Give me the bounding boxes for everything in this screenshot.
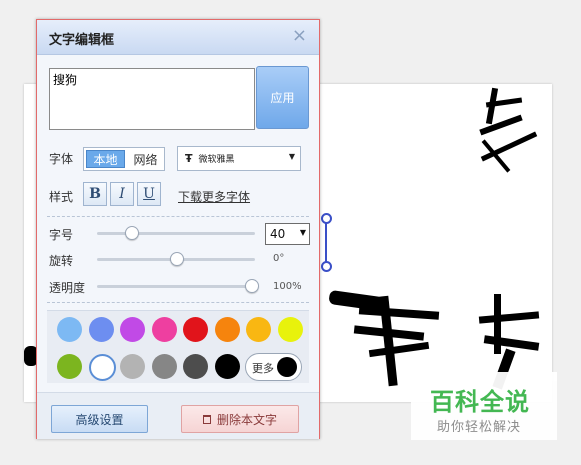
- watermark-title: 百科全说: [430, 388, 530, 416]
- color-swatch[interactable]: [183, 317, 208, 342]
- color-swatch[interactable]: [214, 354, 240, 379]
- color-swatch[interactable]: [277, 317, 303, 342]
- delete-text-button[interactable]: 删除本文字: [181, 405, 299, 433]
- selection-handle-bottom[interactable]: [321, 261, 332, 272]
- dialog-titlebar[interactable]: 文字编辑框 ×: [37, 20, 319, 55]
- color-swatch[interactable]: [57, 354, 82, 379]
- current-color-swatch: [277, 357, 297, 377]
- font-family-value: 微软雅黑: [198, 155, 235, 165]
- size-slider-track[interactable]: [97, 232, 255, 235]
- font-source-toggle: 本地 网络: [83, 147, 165, 171]
- font-source-web[interactable]: 网络: [127, 148, 164, 170]
- font-size-select[interactable]: 40 ▼: [265, 223, 310, 245]
- font-label: 字体: [49, 152, 74, 166]
- size-label: 字号: [49, 228, 74, 242]
- dialog-title: 文字编辑框: [49, 33, 115, 48]
- apply-button[interactable]: 应用: [256, 66, 309, 129]
- font-icon: Ŧ: [185, 152, 193, 165]
- color-swatch[interactable]: [214, 317, 240, 342]
- rotate-slider-thumb[interactable]: [170, 252, 184, 266]
- text-edit-dialog: 文字编辑框 × 应用 字体 本地 网络 Ŧ 微软雅黑 ▼ 样式 B I U 下载…: [36, 19, 320, 439]
- opacity-slider-thumb[interactable]: [245, 279, 259, 293]
- chevron-down-icon: ▼: [288, 152, 295, 161]
- watermark-subtitle: 助你轻松解决: [437, 420, 522, 435]
- font-source-local[interactable]: 本地: [86, 150, 125, 168]
- font-family-select[interactable]: Ŧ 微软雅黑 ▼: [177, 146, 301, 171]
- bold-button[interactable]: B: [83, 182, 107, 206]
- size-slider-thumb[interactable]: [125, 226, 139, 240]
- opacity-slider-track[interactable]: [97, 285, 255, 288]
- style-label: 样式: [49, 190, 74, 204]
- italic-button[interactable]: I: [110, 182, 134, 206]
- underline-button[interactable]: U: [137, 182, 161, 206]
- font-size-value: 40: [270, 227, 286, 241]
- color-swatch[interactable]: [151, 317, 177, 342]
- color-swatch[interactable]: [120, 317, 145, 342]
- download-fonts-link[interactable]: 下载更多字体: [178, 188, 250, 205]
- close-icon[interactable]: ×: [292, 27, 307, 45]
- color-swatch[interactable]: [183, 354, 208, 379]
- more-colors-button[interactable]: 更多: [245, 353, 302, 381]
- color-swatch[interactable]: [57, 317, 82, 342]
- text-input[interactable]: [49, 68, 255, 130]
- color-swatch[interactable]: [88, 354, 116, 381]
- color-swatch[interactable]: [88, 317, 114, 342]
- rotate-label: 旋转: [49, 254, 74, 268]
- brush-stroke: [478, 311, 540, 324]
- chevron-down-icon: ▼: [299, 228, 306, 237]
- more-colors-label: 更多: [252, 362, 274, 375]
- color-swatch[interactable]: [120, 354, 145, 379]
- trash-icon: [202, 414, 211, 424]
- rotate-value: 0°: [273, 253, 285, 264]
- dialog-footer: 高级设置 删除本文字: [37, 392, 319, 439]
- brush-stroke: [368, 341, 430, 358]
- advanced-settings-button[interactable]: 高级设置: [51, 405, 148, 433]
- divider: [47, 302, 309, 303]
- brush-stroke: [483, 335, 540, 351]
- color-swatch[interactable]: [151, 354, 177, 379]
- brush-stroke: [358, 306, 440, 320]
- selection-handle-top[interactable]: [321, 213, 332, 224]
- delete-text-label: 删除本文字: [216, 412, 277, 427]
- opacity-value: 100%: [273, 281, 302, 292]
- watermark: 百科全说 助你轻松解决: [411, 372, 557, 440]
- selection-edge: [325, 218, 327, 266]
- divider: [47, 216, 309, 217]
- color-swatch[interactable]: [246, 317, 271, 342]
- opacity-label: 透明度: [49, 281, 86, 295]
